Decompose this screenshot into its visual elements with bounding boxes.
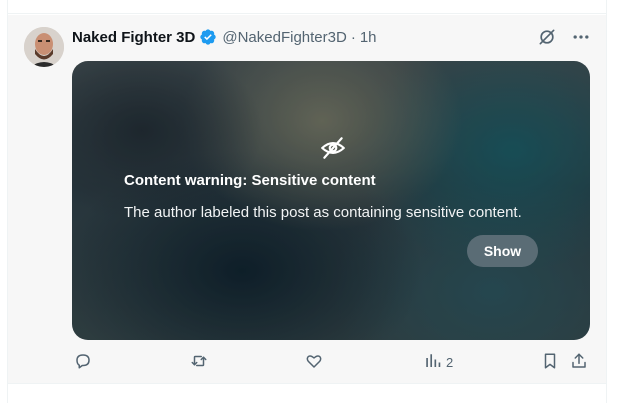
share-icon — [570, 352, 588, 373]
post-timestamp[interactable]: 1h — [360, 29, 377, 46]
reply-button[interactable] — [74, 351, 92, 373]
avatar[interactable] — [24, 27, 64, 67]
content-warning-text: The author labeled this post as containi… — [124, 204, 522, 221]
media-blur-overlay — [72, 61, 590, 340]
post[interactable]: Naked Fighter 3D @NakedFighter3D · 1h Co… — [8, 15, 606, 384]
views-button[interactable]: 2 — [424, 351, 453, 373]
views-icon — [424, 352, 442, 373]
bookmark-button[interactable] — [541, 351, 559, 373]
reply-icon — [74, 352, 92, 373]
more-icon[interactable] — [570, 26, 592, 48]
previous-post-edge — [8, 0, 606, 14]
content-warning-title: Content warning: Sensitive content — [124, 172, 376, 189]
sensitive-media[interactable]: Content warning: Sensitive content The a… — [72, 61, 590, 340]
views-count: 2 — [446, 354, 454, 370]
bookmark-icon — [541, 352, 559, 373]
eye-slash-icon — [320, 135, 346, 161]
verified-badge-icon[interactable] — [199, 28, 217, 46]
show-button[interactable]: Show — [467, 235, 538, 267]
author-display-name[interactable]: Naked Fighter 3D — [72, 29, 195, 46]
repost-icon — [189, 352, 209, 373]
separator-dot: · — [350, 28, 356, 46]
author-handle[interactable]: @NakedFighter3D — [222, 29, 346, 46]
repost-button[interactable] — [189, 351, 209, 373]
next-post-edge — [8, 385, 606, 403]
like-button[interactable] — [305, 351, 323, 373]
post-header-actions — [536, 26, 592, 48]
post-header: Naked Fighter 3D @NakedFighter3D · 1h — [72, 27, 377, 47]
grok-icon[interactable] — [536, 26, 558, 48]
timeline-right-border — [606, 0, 607, 403]
post-actions: 2 — [72, 351, 598, 373]
share-button[interactable] — [570, 351, 588, 373]
like-icon — [305, 352, 323, 373]
